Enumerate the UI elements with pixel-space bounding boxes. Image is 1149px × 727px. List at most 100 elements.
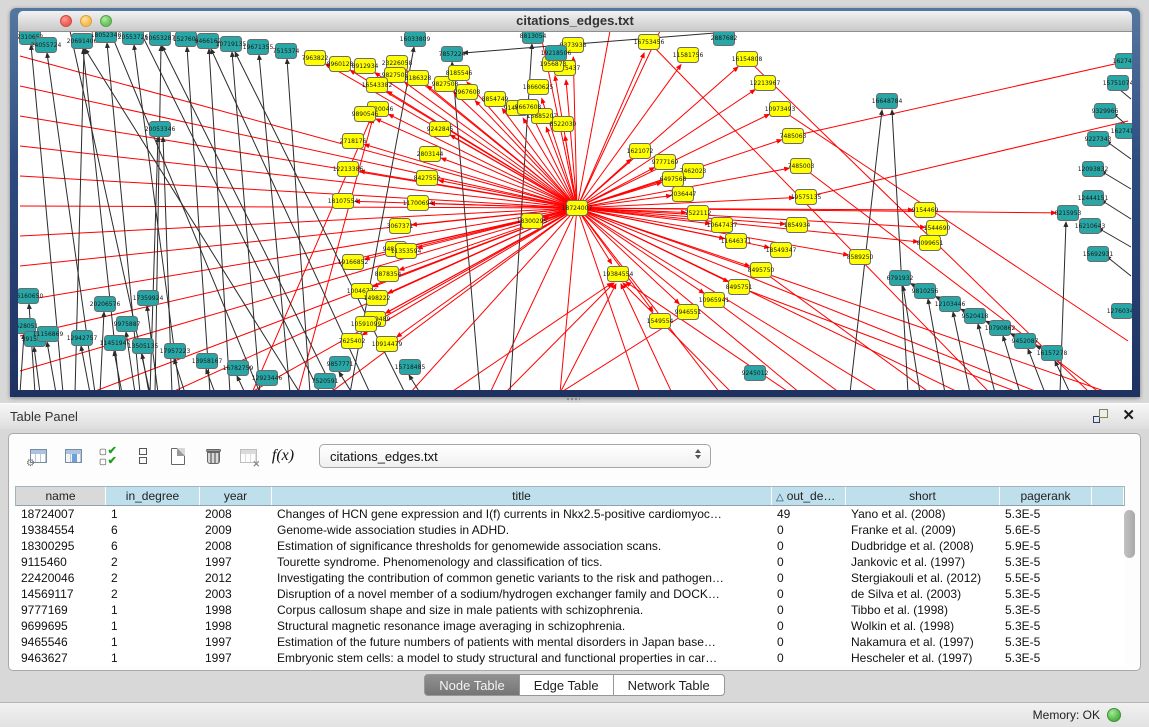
graph-node[interactable]: 16157278	[1037, 346, 1068, 361]
table-cell[interactable]: 5.3E-5	[999, 618, 1091, 634]
table-row[interactable]: 946362711997Embryonic stem cells: a mode…	[15, 650, 1125, 666]
graph-node[interactable]: 9946551	[675, 305, 702, 320]
table-cell[interactable]: 18724007	[15, 506, 105, 522]
network-window-titlebar[interactable]: citations_edges.txt	[18, 11, 1132, 32]
table-cell[interactable]: 1997	[199, 650, 271, 666]
graph-node[interactable]: 16648784	[872, 94, 903, 109]
graph-node[interactable]: 26160650	[18, 289, 43, 304]
graph-node[interactable]: 10973493	[765, 102, 796, 117]
delete-table-button[interactable]: ✕	[235, 443, 261, 469]
table-cell[interactable]: 1	[105, 506, 199, 522]
graph-node[interactable]: 1549554	[647, 314, 674, 329]
table-cell[interactable]: 5.3E-5	[999, 602, 1091, 618]
graph-node[interactable]: 11646371	[721, 234, 752, 249]
graph-node[interactable]: 10591099	[351, 317, 382, 332]
table-cell[interactable]: Estimation of the future numbers of pati…	[271, 634, 771, 650]
graph-node[interactable]: 10653287	[145, 32, 176, 46]
function-builder-button[interactable]: f(x)	[270, 443, 296, 469]
graph-node[interactable]: 11156869	[33, 327, 64, 342]
table-cell[interactable]: Corpus callosum shape and size in male p…	[271, 602, 771, 618]
splitter-grip-icon[interactable]	[566, 397, 580, 402]
graph-node[interactable]: 18660625	[523, 80, 554, 95]
graph-node[interactable]: 8185546	[446, 66, 473, 81]
table-cell[interactable]: 5.6E-5	[999, 522, 1091, 538]
table-mode-button[interactable]: ⚙	[25, 443, 51, 469]
table-cell[interactable]: Stergiakouli et al. (2012)	[845, 570, 999, 586]
table-cell[interactable]: 9699695	[15, 618, 105, 634]
graph-node[interactable]: 11700694	[403, 196, 434, 211]
graph-node[interactable]: 8960128	[327, 57, 354, 72]
table-cell[interactable]: Genome-wide association studies in ADHD.	[271, 522, 771, 538]
graph-node[interactable]: 9810256	[912, 284, 939, 299]
graph-node[interactable]: 2036447	[670, 187, 697, 202]
graph-node[interactable]: 2718176	[340, 134, 367, 149]
table-cell[interactable]: 49	[771, 506, 845, 522]
graph-node[interactable]: 16154808	[732, 52, 763, 67]
table-cell[interactable]: Structural magnetic resonance image aver…	[271, 618, 771, 634]
table-cell[interactable]: Jankovic et al. (1997)	[845, 554, 999, 570]
table-cell[interactable]: 5.3E-5	[999, 586, 1091, 602]
table-row[interactable]: 1938455462009Genome-wide association stu…	[15, 522, 1125, 538]
table-cell[interactable]: 5.9E-5	[999, 538, 1091, 554]
column-header-out_de[interactable]: △out_de…	[772, 487, 846, 505]
graph-node[interactable]: 9452087	[1012, 334, 1039, 349]
graph-node[interactable]: 9667608	[515, 100, 542, 115]
table-cell[interactable]: 2012	[199, 570, 271, 586]
graph-node[interactable]: 8427552	[414, 171, 441, 186]
graph-node[interactable]: 19384554	[603, 267, 634, 282]
network-canvas[interactable]: 1872400779638228960128891293423226058982…	[18, 32, 1132, 390]
graph-node[interactable]: 1498222	[364, 291, 391, 306]
graph-node[interactable]: 13958167	[192, 354, 223, 369]
table-cell[interactable]: de Silva et al. (2003)	[845, 586, 999, 602]
graph-node[interactable]: 9520418	[962, 309, 989, 324]
graph-node[interactable]: 12942757	[67, 331, 98, 346]
citation-network-graph[interactable]: 1872400779638228960128891293423226058982…	[18, 32, 1132, 390]
table-cell[interactable]: 0	[771, 570, 845, 586]
graph-node[interactable]: 16210643	[1075, 219, 1106, 234]
table-cell[interactable]: Disruption of a novel member of a sodium…	[271, 586, 771, 602]
table-cell[interactable]: 9463627	[15, 650, 105, 666]
graph-node[interactable]: 9227343	[1085, 132, 1112, 147]
table-cell[interactable]: 1	[105, 602, 199, 618]
graph-node[interactable]: 8495751	[726, 280, 753, 295]
table-cell[interactable]: Estimation of significance thresholds fo…	[271, 538, 771, 554]
table-cell[interactable]: 0	[771, 602, 845, 618]
graph-node[interactable]: 10647437	[707, 218, 738, 233]
table-cell[interactable]: 9115460	[15, 554, 105, 570]
table-cell[interactable]: 6	[105, 538, 199, 554]
table-cell[interactable]: 0	[771, 650, 845, 666]
table-cell[interactable]: 2	[105, 554, 199, 570]
column-header-in_degree[interactable]: in_degree	[106, 487, 200, 505]
table-selector-dropdown[interactable]: citations_edges.txt	[319, 444, 711, 468]
table-cell[interactable]: 0	[771, 522, 845, 538]
table-row[interactable]: 2242004622012Investigating the contribut…	[15, 570, 1125, 586]
toggle-rows-button[interactable]	[130, 443, 156, 469]
graph-node[interactable]: 9777169	[652, 155, 679, 170]
graph-node[interactable]: 16033809	[400, 32, 431, 47]
graph-node[interactable]: 7520591	[312, 374, 339, 389]
graph-node[interactable]: 1854934	[784, 218, 811, 233]
table-cell[interactable]: 1	[105, 618, 199, 634]
graph-node[interactable]: 9245012	[742, 366, 769, 381]
table-cell[interactable]: 2	[105, 570, 199, 586]
table-cell[interactable]: Wolkin et al. (1998)	[845, 618, 999, 634]
table-cell[interactable]: 2008	[199, 506, 271, 522]
graph-node[interactable]: 2967608	[454, 85, 481, 100]
graph-node[interactable]: 16543382	[362, 78, 393, 93]
table-cell[interactable]: Investigating the contribution of common…	[271, 570, 771, 586]
graph-node[interactable]: 11581756	[673, 48, 704, 63]
graph-node[interactable]: 6497568	[660, 172, 687, 187]
table-cell[interactable]: 1998	[199, 602, 271, 618]
minimize-window-button[interactable]	[80, 15, 92, 27]
table-cell[interactable]: 9777169	[15, 602, 105, 618]
table-cell[interactable]: Embryonic stem cells: a model to study s…	[271, 650, 771, 666]
table-cell[interactable]: 18300295	[15, 538, 105, 554]
graph-node[interactable]: 6791932	[887, 271, 914, 286]
graph-node[interactable]: 8522030	[550, 117, 577, 132]
graph-node[interactable]: 7522112	[685, 206, 712, 221]
graph-node[interactable]: 8495750	[748, 263, 775, 278]
table-row[interactable]: 911546021997Tourette syndrome. Phenomeno…	[15, 554, 1125, 570]
table-cell[interactable]: 9465546	[15, 634, 105, 650]
graph-node[interactable]: 7515374	[273, 44, 300, 59]
graph-node[interactable]: 2887682	[711, 32, 738, 46]
